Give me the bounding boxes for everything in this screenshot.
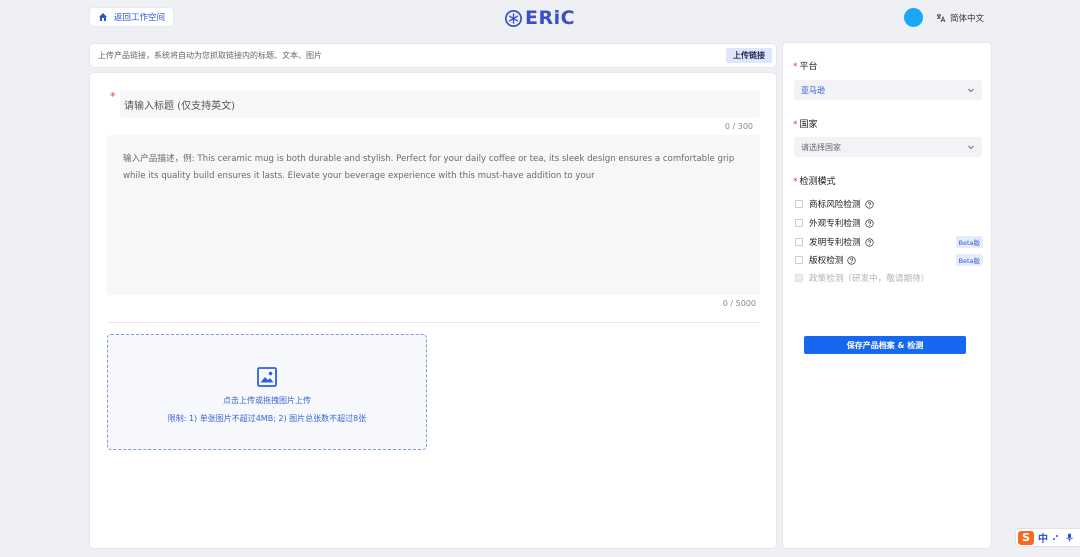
translate-icon	[937, 14, 946, 23]
ime-mode-label[interactable]: 中	[1038, 530, 1048, 545]
ime-toolbar[interactable]: S 中	[1016, 529, 1080, 546]
description-textarea[interactable]: 输入产品描述，例: This ceramic mug is both durab…	[107, 135, 760, 295]
title-required-row: *	[110, 90, 120, 103]
help-icon[interactable]	[864, 199, 874, 209]
microphone-icon[interactable]	[1065, 533, 1074, 542]
upload-instruction: 点击上传或拖拽图片上传	[223, 396, 311, 405]
country-select[interactable]: 请选择国家	[794, 137, 982, 157]
platform-label: * 平台	[793, 62, 818, 72]
description-char-count: 0 / 5000	[722, 299, 756, 308]
help-icon[interactable]	[847, 255, 857, 265]
settings-panel: * 平台 亚马逊 * 国家 请选择国家 * 检测模式 商标风险检测 外观专利检测 发明…	[783, 43, 991, 548]
title-input[interactable]: 请输入标题 (仅支持英文)	[120, 91, 760, 118]
product-form-panel: * 请输入标题 (仅支持英文) 0 / 300 输入产品描述，例: This c…	[90, 73, 776, 548]
logo-text: ERiC	[525, 7, 576, 29]
checkbox[interactable]	[795, 200, 803, 208]
policy-check-option-disabled: 政策检测（研发中，敬请期待）	[795, 272, 983, 284]
country-placeholder: 请选择国家	[801, 142, 841, 152]
image-upload-dropzone[interactable]: 点击上传或拖拽图片上传 限制: 1) 单张图片不超过4MB; 2) 图片总张数不…	[107, 334, 427, 450]
country-label: * 国家	[793, 120, 818, 130]
required-mark: *	[110, 90, 116, 103]
back-to-workspace-button[interactable]: 返回工作空间	[90, 8, 174, 26]
save-and-check-button[interactable]: 保存产品档案 & 检测	[804, 336, 966, 354]
app-logo: ERiC	[505, 7, 575, 29]
beta-badge: Beta版	[955, 254, 983, 266]
platform-select[interactable]: 亚马逊	[794, 80, 982, 100]
help-icon[interactable]	[864, 237, 874, 247]
help-icon[interactable]	[864, 218, 874, 228]
copyright-check-option[interactable]: 版权检测 Beta版	[795, 254, 983, 266]
upload-limits: 限制: 1) 单张图片不超过4MB; 2) 图片总张数不超过8张	[167, 414, 367, 423]
link-input[interactable]: 上传产品链接，系统将自动为您抓取链接内的标题、文本、图片	[98, 50, 726, 61]
invention-patent-check-option[interactable]: 发明专利检测 Beta版	[795, 236, 983, 248]
language-switcher[interactable]: 简体中文	[936, 12, 984, 24]
trademark-check-option[interactable]: 商标风险检测	[795, 198, 983, 210]
checkbox[interactable]	[795, 256, 803, 264]
divider	[107, 322, 760, 323]
checkbox[interactable]	[795, 219, 803, 227]
design-patent-check-option[interactable]: 外观专利检测	[795, 217, 983, 229]
ime-logo-icon: S	[1018, 530, 1034, 545]
back-label: 返回工作空间	[114, 13, 166, 23]
punctuation-icon[interactable]	[1052, 533, 1061, 542]
title-char-count: 0 / 300	[724, 122, 753, 131]
chevron-down-icon	[968, 88, 974, 93]
home-icon	[99, 13, 107, 21]
chevron-down-icon	[968, 145, 974, 150]
platform-value: 亚马逊	[801, 85, 825, 95]
upload-link-button[interactable]: 上传链接	[726, 48, 772, 63]
detection-mode-label: * 检测模式	[793, 177, 836, 187]
language-label: 简体中文	[950, 14, 985, 24]
product-link-bar[interactable]: 上传产品链接，系统将自动为您抓取链接内的标题、文本、图片 上传链接	[90, 44, 776, 67]
snowflake-logo-icon	[505, 9, 522, 27]
image-icon	[257, 367, 277, 387]
checkbox[interactable]	[795, 238, 803, 246]
avatar[interactable]	[904, 8, 923, 27]
beta-badge: Beta版	[955, 236, 983, 248]
checkbox-disabled	[795, 274, 803, 282]
